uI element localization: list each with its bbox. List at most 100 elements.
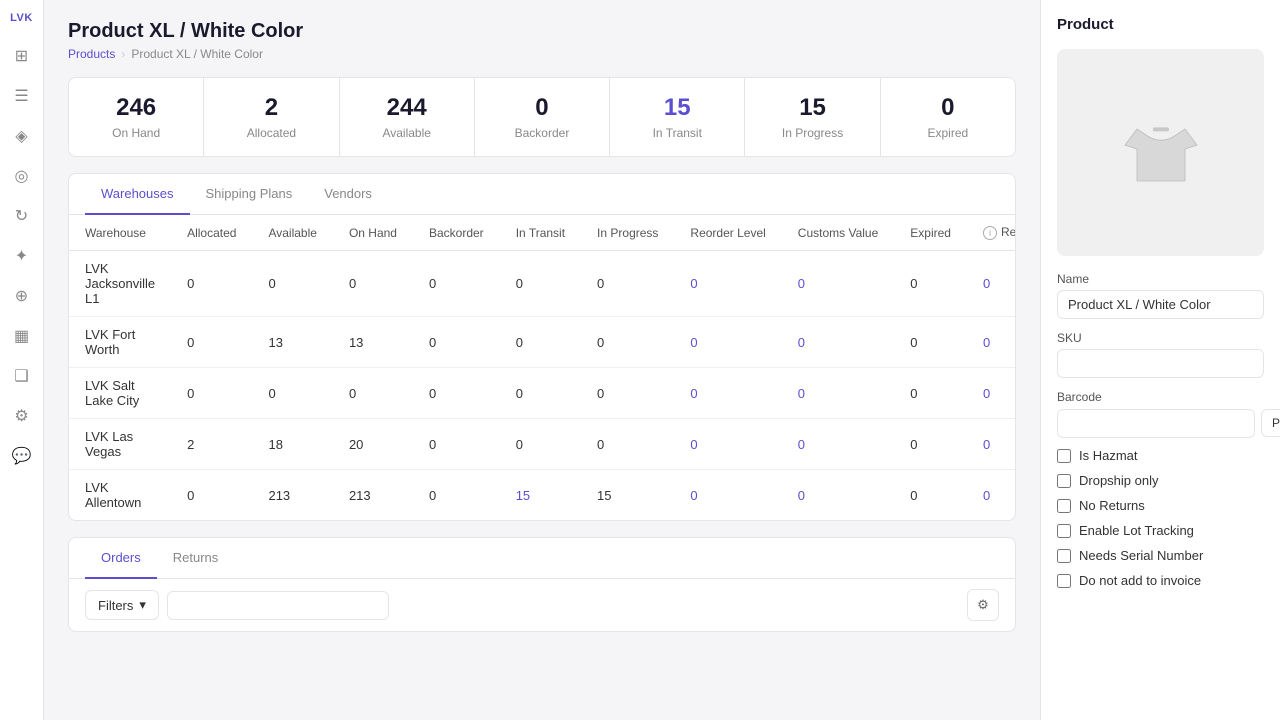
col-warehouse: Warehouse [69,215,171,251]
stat-available: 244 Available [340,78,475,156]
product-image [1057,49,1264,256]
orders-settings-button[interactable]: ⚙ [967,589,999,621]
layers-icon[interactable]: ❑ [6,360,38,392]
stat-allocated-value: 2 [220,94,322,122]
col-customs: Customs Value [782,215,894,251]
settings-icon[interactable]: ⚙ [6,400,38,432]
sku-input[interactable] [1057,349,1264,378]
col-expired: Expired [894,215,967,251]
warehouse-name: LVK Fort Worth [69,317,171,368]
breadcrumb-products[interactable]: Products [68,47,115,61]
warehouse-in-transit: 0 [500,251,581,317]
stat-backorder: 0 Backorder [475,78,610,156]
star-icon[interactable]: ✦ [6,240,38,272]
checkbox-row: Is Hazmat [1057,448,1264,463]
checkbox-label: No Returns [1079,498,1145,513]
warehouse-in-transit: 0 [500,368,581,419]
right-panel: Product Name SKU Barcode Print 🖨 Is Hazm… [1040,0,1280,720]
warehouse-reserve: 0 [967,251,1016,317]
tab-returns[interactable]: Returns [157,538,235,579]
barcode-label: Barcode [1057,390,1264,404]
tag-icon[interactable]: ◈ [6,120,38,152]
tab-vendors[interactable]: Vendors [308,174,388,215]
stat-available-value: 244 [356,94,458,122]
product-tshirt-icon [1121,113,1201,193]
warehouse-available: 0 [252,251,332,317]
checkbox-label: Is Hazmat [1079,448,1138,463]
warehouse-customs: 0 [782,317,894,368]
checkbox-do-not-add-to-invoice[interactable] [1057,574,1071,588]
table-row: LVK Allentown 0 213 213 0 15 15 0 0 0 0 [69,470,1016,521]
warehouse-in-progress: 0 [581,368,674,419]
warehouse-customs: 0 [782,251,894,317]
globe-icon[interactable]: ⊕ [6,280,38,312]
list-icon[interactable]: ☰ [6,80,38,112]
warehouse-available: 18 [252,419,332,470]
stat-expired: 0 Expired [881,78,1015,156]
name-label: Name [1057,272,1264,286]
warehouse-in-progress: 0 [581,317,674,368]
checkbox-no-returns[interactable] [1057,499,1071,513]
warehouse-expired: 0 [894,251,967,317]
refresh-icon[interactable]: ↻ [6,200,38,232]
warehouse-reorder: 0 [674,470,781,521]
checkbox-enable-lot-tracking[interactable] [1057,524,1071,538]
tab-warehouses[interactable]: Warehouses [85,174,190,215]
stat-allocated: 2 Allocated [204,78,339,156]
table-icon[interactable]: ▦ [6,320,38,352]
warehouse-customs: 0 [782,368,894,419]
warehouse-in-progress: 0 [581,419,674,470]
checkbox-label: Enable Lot Tracking [1079,523,1194,538]
warehouse-expired: 0 [894,317,967,368]
reserve-info-icon: i [983,226,997,240]
barcode-input[interactable] [1057,409,1255,438]
warehouse-reserve: 0 [967,317,1016,368]
barcode-row: Print 🖨 [1057,408,1264,438]
orders-tabs-header: Orders Returns [69,538,1015,579]
breadcrumb-current: Product XL / White Color [131,47,263,61]
stat-in-progress-label: In Progress [761,126,863,140]
app-logo: LVK [10,12,33,24]
tab-orders[interactable]: Orders [85,538,157,579]
warehouse-expired: 0 [894,470,967,521]
warehouse-backorder: 0 [413,470,500,521]
main-content: Product XL / White Color Products › Prod… [44,0,1040,720]
page-header: Product XL / White Color Products › Prod… [68,20,1016,61]
warehouse-available: 13 [252,317,332,368]
warehouse-customs: 0 [782,419,894,470]
warehouse-in-transit: 0 [500,317,581,368]
warehouses-table: Warehouse Allocated Available On Hand Ba… [69,215,1016,520]
chat-icon[interactable]: 💬 [6,440,38,472]
checkbox-is-hazmat[interactable] [1057,449,1071,463]
checkbox-label: Dropship only [1079,473,1159,488]
circle-icon[interactable]: ◎ [6,160,38,192]
checkbox-dropship-only[interactable] [1057,474,1071,488]
stat-expired-label: Expired [897,126,999,140]
warehouse-reorder: 0 [674,317,781,368]
col-backorder: Backorder [413,215,500,251]
filters-button[interactable]: Filters ▾ [85,590,159,620]
table-row: LVK Salt Lake City 0 0 0 0 0 0 0 0 0 0 [69,368,1016,419]
warehouses-table-container: Warehouse Allocated Available On Hand Ba… [69,215,1015,520]
warehouse-allocated: 0 [171,317,252,368]
col-reorder: Reorder Level [674,215,781,251]
warehouse-backorder: 0 [413,251,500,317]
warehouse-name: LVK Allentown [69,470,171,521]
tab-shipping-plans[interactable]: Shipping Plans [190,174,309,215]
table-row: LVK Jacksonville L1 0 0 0 0 0 0 0 0 0 0 [69,251,1016,317]
checkbox-label: Needs Serial Number [1079,548,1203,563]
checkbox-needs-serial-number[interactable] [1057,549,1071,563]
warehouse-in-transit: 0 [500,419,581,470]
sidebar: LVK ⊞ ☰ ◈ ◎ ↻ ✦ ⊕ ▦ ❑ ⚙ 💬 [0,0,44,720]
grid-icon[interactable]: ⊞ [6,40,38,72]
warehouse-backorder: 0 [413,419,500,470]
checkbox-label: Do not add to invoice [1079,573,1201,588]
print-button[interactable]: Print [1261,409,1280,437]
checkbox-row: Enable Lot Tracking [1057,523,1264,538]
name-input[interactable] [1057,290,1264,319]
stat-allocated-label: Allocated [220,126,322,140]
warehouse-in-transit: 15 [500,470,581,521]
orders-search-input[interactable] [167,591,389,620]
warehouse-reserve: 0 [967,419,1016,470]
stat-on-hand-label: On Hand [85,126,187,140]
